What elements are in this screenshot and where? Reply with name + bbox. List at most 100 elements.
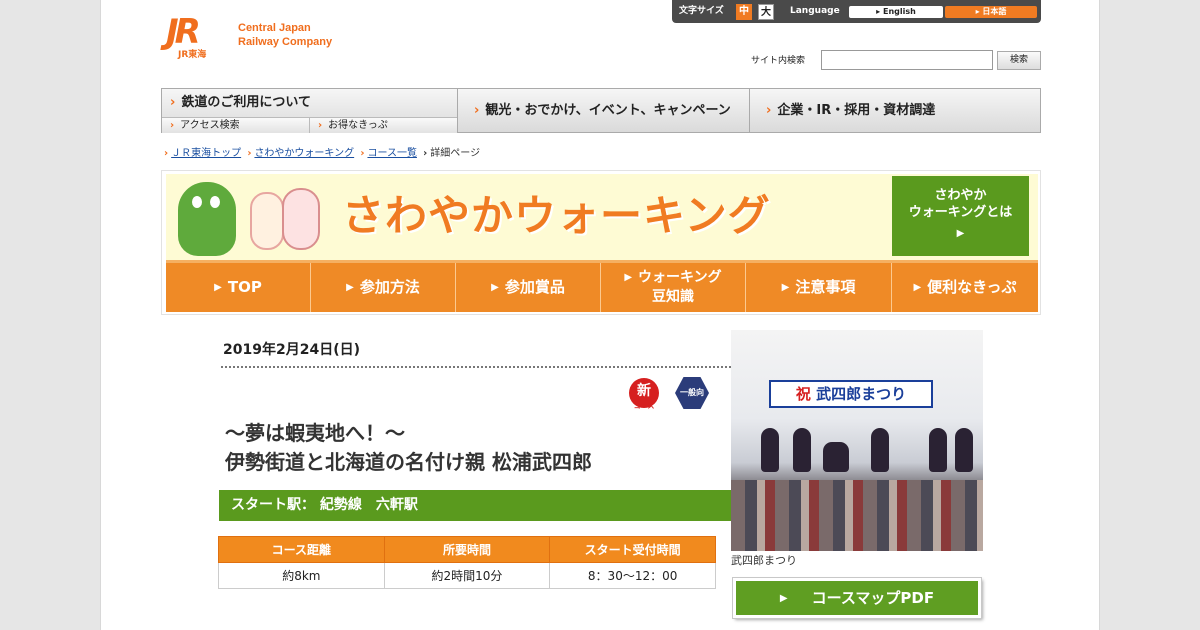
play-arrow-icon: ▶ xyxy=(214,282,222,293)
font-size-medium-button[interactable]: 中 xyxy=(736,4,752,20)
nav-tourism-label: 観光・おでかけ、イベント、キャンペーン xyxy=(485,103,731,118)
walking-banner: さわやかウォーキング さわやか ウォーキングとは ▶ ▶ TOP ▶ 参加方法 ▶ 参… xyxy=(161,170,1041,315)
nav-tourism[interactable]: › 観光・おでかけ、イベント、キャンペーン xyxy=(474,102,731,120)
about-walking-button[interactable]: さわやか ウォーキングとは ▶ xyxy=(892,176,1029,256)
banner-nav-walking-tips[interactable]: ▶ ウォーキング豆知識 xyxy=(601,263,746,312)
about-line1: さわやか xyxy=(934,188,987,203)
nav-corporate-label: 企業・IR・採用・資材調達 xyxy=(777,103,936,118)
mascot-eye xyxy=(210,196,220,208)
play-arrow-icon: ▶ xyxy=(346,282,354,293)
banner-nav-notes-label: 注意事項 xyxy=(795,278,856,296)
play-arrow-icon: ▶ xyxy=(779,592,788,604)
breadcrumb-current: 詳細ページ xyxy=(430,148,481,159)
about-line2: ウォーキングとは xyxy=(908,205,1013,220)
banner-nav-how-to-join[interactable]: ▶ 参加方法 xyxy=(311,263,456,312)
play-arrow-icon: ▶ xyxy=(956,228,965,239)
banner-title[interactable]: さわやかウォーキング xyxy=(342,188,771,244)
nav-access-search[interactable]: › アクセス検索 xyxy=(162,117,309,133)
nav-divider xyxy=(749,89,750,133)
chevron-right-icon: › xyxy=(474,103,480,118)
nav-access-search-label: アクセス検索 xyxy=(180,120,240,131)
table-header-start-time: スタート受付時間 xyxy=(549,536,716,563)
banner-nav-walking-tips-label2: 豆知識 xyxy=(652,288,694,305)
general-audience-badge: 一般向 xyxy=(675,377,709,409)
chevron-right-icon: › xyxy=(170,120,175,131)
play-arrow-icon: ▶ xyxy=(781,282,790,293)
chevron-right-icon: › xyxy=(360,148,365,159)
table-header-duration: 所要時間 xyxy=(383,536,551,563)
course-map-pdf-button[interactable]: ▶ コースマップPDF xyxy=(733,578,981,618)
start-station-bar: スタート駅： 紀勢線 六軒駅 xyxy=(219,490,813,521)
new-course-badge: 新 コース xyxy=(629,378,659,410)
play-arrow-icon: ▶ xyxy=(624,272,633,283)
nav-railway-label: 鉄道のご利用について xyxy=(181,95,311,110)
banner-nav: ▶ TOP ▶ 参加方法 ▶ 参加賞品 ▶ ウォーキング 豆知識 ▶ 注意事項 ▶ 便利なきっ… xyxy=(166,260,1038,312)
language-japanese-button[interactable]: ▸ 日本語 xyxy=(945,6,1037,18)
nav-deals[interactable]: › お得なきっぷ xyxy=(309,117,457,133)
course-distance: 約8km xyxy=(218,562,385,589)
event-subtitle: ～夢は蝦夷地へ！～ xyxy=(225,421,405,445)
dancer-figure xyxy=(793,428,811,472)
rabbit-mascot-image xyxy=(282,188,320,250)
jr-central-logo[interactable]: JR JR東海 Central Japan Railway Company xyxy=(166,12,356,62)
dancer-figure xyxy=(823,442,849,472)
festival-photo: 祝 武四郎まつり xyxy=(731,330,983,551)
banner-nav-prizes-label: 参加賞品 xyxy=(504,278,565,296)
banner-nav-prizes[interactable]: ▶ 参加賞品 xyxy=(456,263,601,312)
banner-nav-walking-tips-label: ウォーキング xyxy=(638,269,722,286)
photo-caption: 武四郎まつり xyxy=(731,554,797,567)
event-date: 2019年2月24日(日) xyxy=(223,342,360,358)
global-nav: › 鉄道のご利用について › アクセス検索 › お得なきっぷ › 観光・おでかけ、イベン… xyxy=(161,88,1041,133)
mascot-eye xyxy=(192,196,202,208)
festival-sign: 祝 武四郎まつり xyxy=(769,380,933,408)
rabbit-mascot-image xyxy=(250,192,284,250)
event-title: 伊勢街道と北海道の名付け親 松浦武四郎 xyxy=(225,450,592,474)
utility-bar: 文字サイズ 中 大 Language ▸ English ▸ 日本語 xyxy=(672,0,1041,23)
sign-prefix: 祝 xyxy=(795,385,811,403)
nav-deals-label: お得なきっぷ xyxy=(328,120,388,131)
font-size-large-button[interactable]: 大 xyxy=(758,4,774,20)
dancer-figure xyxy=(929,428,947,472)
company-name-line2: Railway Company xyxy=(238,36,333,48)
course-map-pdf-label: コースマップPDF xyxy=(811,589,935,607)
page: JR JR東海 Central Japan Railway Company 文字… xyxy=(100,0,1100,630)
table-row: 約8km 約2時間10分 8：30～12：00 xyxy=(218,562,716,589)
play-arrow-icon: ▶ xyxy=(913,282,922,293)
banner-nav-top-label: TOP xyxy=(227,278,262,296)
banner-nav-tickets[interactable]: ▶ 便利なきっぷ xyxy=(892,263,1038,312)
banner-nav-tickets-label: 便利なきっぷ xyxy=(927,278,1017,296)
nav-divider xyxy=(457,89,458,133)
table-header-row: コース距離 所要時間 スタート受付時間 xyxy=(218,536,716,563)
company-name: Central Japan Railway Company xyxy=(238,21,332,49)
crowd xyxy=(731,480,983,551)
nav-railway-usage[interactable]: › 鉄道のご利用について xyxy=(170,94,311,112)
banner-nav-how-to-join-label: 参加方法 xyxy=(359,278,420,296)
language-english-button[interactable]: ▸ English xyxy=(849,6,943,18)
table-header-distance: コース距離 xyxy=(218,536,385,563)
site-search-input[interactable] xyxy=(821,50,993,70)
jr-tokai-sublabel: JR東海 xyxy=(178,50,207,60)
chevron-right-icon: › xyxy=(164,148,169,159)
language-label: Language xyxy=(790,6,840,16)
course-info-table: コース距離 所要時間 スタート受付時間 約8km 約2時間10分 8：30～12… xyxy=(218,536,716,589)
breadcrumb-sawayaka-walking[interactable]: さわやかウォーキング xyxy=(254,148,354,159)
sign-text: 武四郎まつり xyxy=(816,385,907,403)
banner-nav-top[interactable]: ▶ TOP xyxy=(166,263,311,312)
nav-corporate[interactable]: › 企業・IR・採用・資材調達 xyxy=(766,102,935,120)
new-badge-sub: コース xyxy=(633,402,655,410)
banner-nav-notes[interactable]: ▶ 注意事項 xyxy=(746,263,892,312)
chevron-right-icon: › xyxy=(318,120,323,131)
breadcrumb: › ＪＲ東海トップ › さわやかウォーキング › コース一覧 › 詳細ページ xyxy=(161,147,480,161)
search-button[interactable]: 検索 xyxy=(997,51,1041,70)
dotted-divider xyxy=(221,366,811,368)
dancer-figure xyxy=(871,428,889,472)
company-name-line1: Central Japan xyxy=(238,22,311,34)
jr-logo-mark: JR xyxy=(166,12,201,52)
chevron-right-icon: › xyxy=(170,95,176,110)
site-search-label: サイト内検索 xyxy=(751,56,806,66)
breadcrumb-course-list[interactable]: コース一覧 xyxy=(367,148,417,159)
breadcrumb-jr-top[interactable]: ＪＲ東海トップ xyxy=(171,148,241,159)
start-reception-time: 8：30～12：00 xyxy=(549,562,716,589)
new-badge-label: 新 xyxy=(637,383,651,399)
chevron-right-icon: › xyxy=(423,148,428,159)
